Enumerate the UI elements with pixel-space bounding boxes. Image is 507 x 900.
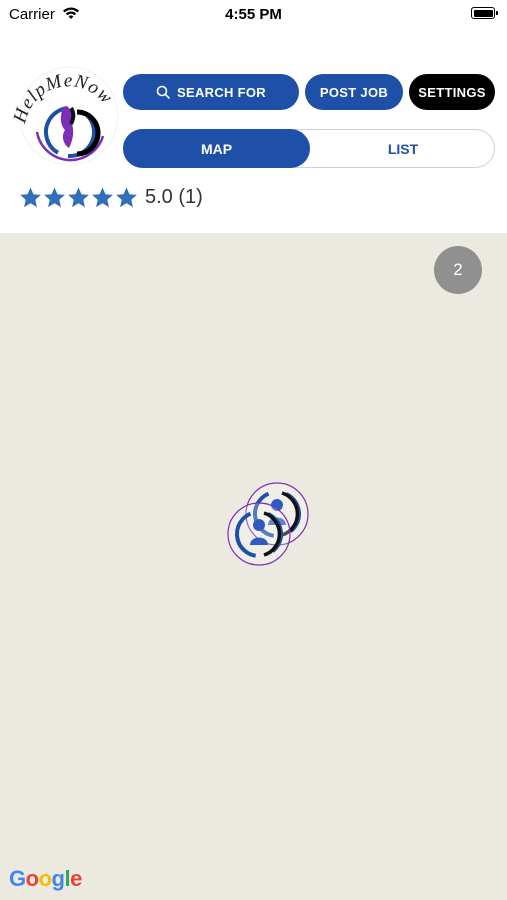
tab-list[interactable]: LIST xyxy=(310,129,496,168)
view-toggle: MAP LIST xyxy=(123,129,495,168)
post-job-button[interactable]: POST JOB xyxy=(305,74,403,110)
star-icon xyxy=(44,186,65,207)
google-attribution: Google xyxy=(9,866,82,891)
star-rating xyxy=(19,186,139,209)
search-for-button[interactable]: SEARCH FOR xyxy=(123,74,299,110)
star-icon xyxy=(116,186,137,207)
rating-value: 5.0 (1) xyxy=(145,185,203,208)
rating: 5.0 (1) xyxy=(19,182,203,212)
search-for-label: SEARCH FOR xyxy=(177,84,266,100)
map-marker[interactable] xyxy=(226,501,292,567)
star-icon xyxy=(20,186,41,207)
settings-button[interactable]: SETTINGS xyxy=(409,74,495,110)
tab-map[interactable]: MAP xyxy=(123,129,310,168)
search-icon xyxy=(156,85,170,99)
app-logo: HelpMeNow xyxy=(9,64,123,168)
clock: 4:55 PM xyxy=(225,6,282,23)
battery-icon xyxy=(471,7,498,19)
star-icon xyxy=(68,186,89,207)
status-bar: Carrier 4:55 PM xyxy=(0,0,507,30)
marker-icon xyxy=(227,502,291,566)
map-cluster[interactable]: 2 xyxy=(434,246,482,294)
star-icon xyxy=(92,186,113,207)
